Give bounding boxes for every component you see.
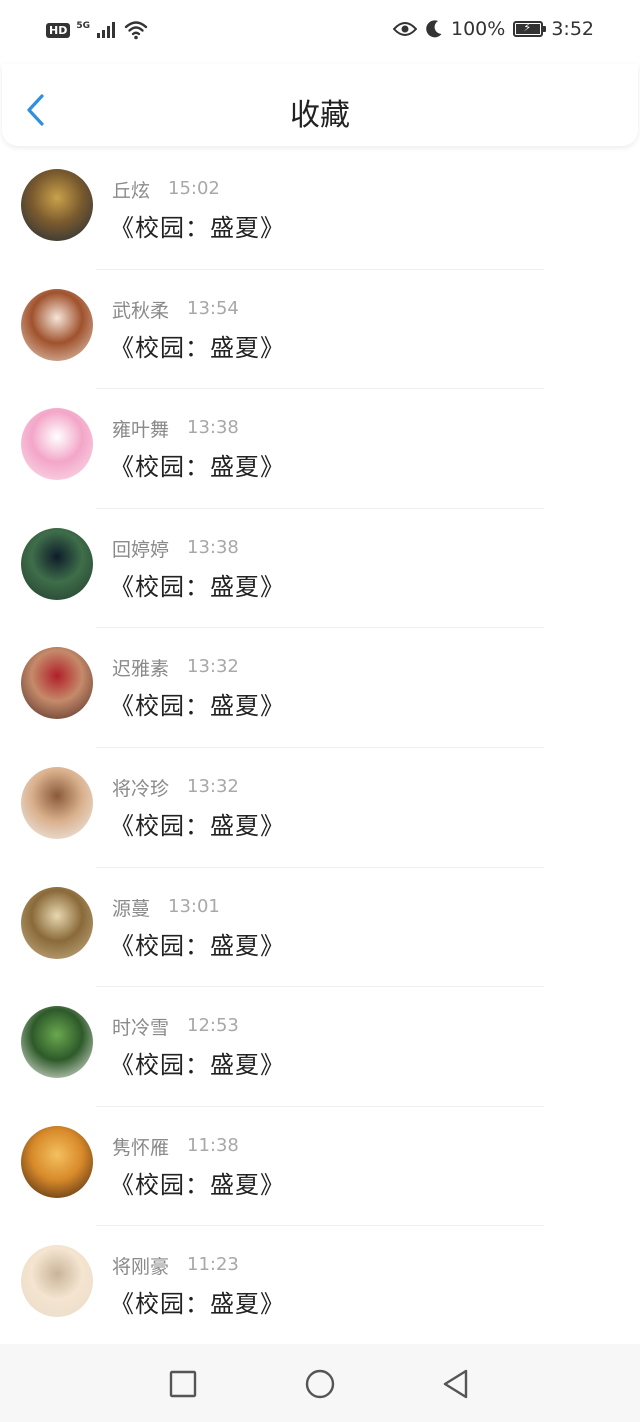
post-title: 《校园：盛夏》 [110, 1170, 285, 1199]
author-name: 将冷珍 [112, 777, 170, 800]
triangle-back-icon[interactable] [440, 1368, 472, 1400]
header-bar: 收藏 [2, 64, 638, 146]
status-bar: HD 5G 100% ⚡ 3:52 [0, 0, 640, 64]
square-icon[interactable] [167, 1368, 199, 1400]
author-name: 丘炫 [112, 180, 151, 202]
author-name: 武秋柔 [112, 299, 170, 322]
status-time: 3:52 [551, 18, 594, 40]
avatar[interactable] [21, 408, 93, 481]
list-item[interactable]: 武秋柔 13:54 《校园：盛夏》 [0, 270, 640, 390]
post-title: 《校园：盛夏》 [110, 811, 285, 840]
list-item[interactable]: 将冷珍 13:32 《校园：盛夏》 [0, 748, 640, 868]
post-time: 13:54 [187, 297, 239, 319]
list-item[interactable]: 隽怀雁 11:38 《校园：盛夏》 [0, 1107, 640, 1227]
avatar[interactable] [21, 169, 93, 241]
author-name: 隽怀雁 [112, 1136, 170, 1159]
post-time: 13:32 [187, 775, 239, 797]
post-time: 11:23 [187, 1254, 239, 1276]
post-time: 15:02 [168, 178, 220, 199]
author-name: 源蔓 [112, 897, 151, 920]
battery-percent: 100% [451, 18, 506, 40]
post-time: 13:01 [168, 895, 220, 917]
post-time: 11:38 [187, 1134, 239, 1156]
list-item[interactable]: 雍叶舞 13:38 《校园：盛夏》 [0, 389, 640, 509]
avatar[interactable] [21, 1125, 93, 1198]
list-item[interactable]: 迟雅素 13:32 《校园：盛夏》 [0, 628, 640, 748]
post-title: 《校园：盛夏》 [110, 572, 285, 601]
post-title: 《校园：盛夏》 [110, 333, 285, 362]
post-time: 13:38 [187, 536, 239, 558]
eye-icon [393, 22, 417, 36]
page-title: 收藏 [290, 98, 350, 133]
avatar[interactable] [21, 288, 93, 361]
post-title: 《校园：盛夏》 [110, 692, 285, 721]
post-time: 13:38 [187, 417, 239, 439]
author-name: 将刚豪 [112, 1256, 170, 1279]
hd-badge: HD [46, 22, 71, 38]
signal-icon [97, 22, 115, 38]
post-title: 《校园：盛夏》 [110, 453, 285, 482]
avatar[interactable] [21, 886, 93, 959]
post-title: 《校园：盛夏》 [110, 214, 285, 242]
post-time: 13:32 [187, 656, 239, 678]
system-nav-bar [0, 1344, 640, 1422]
post-title: 《校园：盛夏》 [110, 1051, 285, 1080]
wifi-icon [124, 21, 148, 40]
author-name: 回婷婷 [112, 538, 170, 561]
avatar[interactable] [21, 647, 93, 720]
moon-icon [426, 20, 442, 38]
favorites-list: 丘炫 15:02 《校园：盛夏》 武秋柔 13:54 《校园：盛夏》 雍叶舞 13:38 《校园… [0, 150, 640, 1346]
list-item[interactable]: 将刚豪 11:23 《校园：盛夏》 [0, 1226, 640, 1346]
list-item[interactable]: 时冷雪 12:53 《校园：盛夏》 [0, 987, 640, 1107]
list-item[interactable]: 丘炫 15:02 《校园：盛夏》 [0, 150, 640, 270]
status-right: 100% ⚡ 3:52 [393, 18, 594, 40]
status-left: HD 5G [46, 20, 148, 40]
author-name: 雍叶舞 [112, 419, 170, 442]
avatar[interactable] [21, 527, 93, 600]
network-type: 5G [76, 20, 90, 31]
list-item[interactable]: 源蔓 13:01 《校园：盛夏》 [0, 868, 640, 988]
post-title: 《校园：盛夏》 [110, 931, 285, 960]
avatar[interactable] [21, 1006, 93, 1079]
post-time: 12:53 [187, 1015, 239, 1037]
circle-icon[interactable] [304, 1368, 336, 1400]
charging-icon: ⚡ [523, 21, 532, 34]
battery-icon: ⚡ [513, 21, 547, 37]
post-title: 《校园：盛夏》 [110, 1290, 285, 1319]
author-name: 时冷雪 [112, 1017, 170, 1040]
avatar[interactable] [21, 1245, 93, 1318]
author-name: 迟雅素 [112, 658, 170, 681]
list-item[interactable]: 回婷婷 13:38 《校园：盛夏》 [0, 509, 640, 629]
avatar[interactable] [21, 766, 93, 839]
